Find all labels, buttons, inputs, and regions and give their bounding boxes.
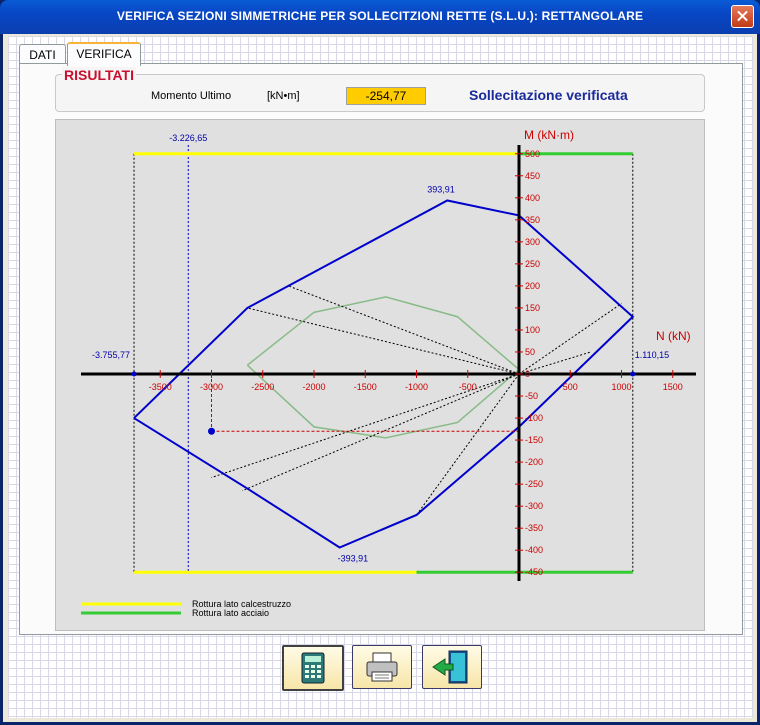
window-title: VERIFICA SEZIONI SIMMETRICHE PER SOLLECI…: [116, 9, 644, 23]
y-tick-label-16: -300: [525, 501, 543, 511]
y-tick-label-15: -250: [525, 479, 543, 489]
tab-dati[interactable]: DATI: [19, 44, 66, 65]
y-tick-label-4: 300: [525, 237, 540, 247]
y-tick-label-5: 250: [525, 259, 540, 269]
printer-icon: [366, 652, 398, 682]
n-max-marker: [630, 371, 636, 377]
y-tick-label-12: -100: [525, 413, 543, 423]
m-max-label: 393,91: [427, 184, 455, 194]
n-max-label: 1.110,15: [635, 350, 669, 360]
x-tick-label-7: 500: [563, 382, 578, 392]
x-axis-label: N (kN): [656, 329, 691, 343]
verifica-panel: RISULTATI Momento Ultimo [kN•m] -254,77 …: [19, 63, 743, 635]
exit-door-icon: [432, 650, 468, 684]
x-tick-label-3: -2000: [302, 382, 325, 392]
chart-svg: -3.226,65N (kN)M (kN·m)-3500 -3000 -2500 -2…: [81, 128, 696, 618]
strain-ray-4: [416, 373, 520, 516]
y-tick-label-6: 200: [525, 281, 540, 291]
moment-label: Momento Ultimo: [151, 90, 232, 102]
exit-button[interactable]: [422, 645, 482, 689]
x-tick-label-0: -3500: [149, 382, 172, 392]
strain-ray-5: [518, 303, 622, 375]
y-tick-label-0: 500: [525, 149, 540, 159]
strain-ray-3: [242, 373, 520, 492]
status-text: Sollecitazione verificata: [469, 87, 628, 103]
print-button[interactable]: [352, 645, 412, 689]
y-tick-label-11: -50: [525, 391, 538, 401]
calculator-icon: [301, 652, 325, 684]
y-tick-label-7: 150: [525, 303, 540, 313]
x-tick-label-2: -2500: [251, 382, 274, 392]
x-tick-label-4: -1500: [354, 382, 377, 392]
n-min-marker: [131, 371, 137, 377]
y-tick-label-19: -450: [525, 567, 543, 577]
strain-ray-1: [288, 285, 520, 375]
app-window: VERIFICA SEZIONI SIMMETRICHE PER SOLLECI…: [0, 0, 760, 725]
results-title: RISULTATI: [62, 67, 136, 83]
client-area: DATI VERIFICA RISULTATI Momento Ultimo […: [3, 34, 757, 722]
y-tick-label-9: 50: [525, 347, 535, 357]
x-tick-label-8: 1000: [611, 382, 631, 392]
y-tick-label-18: -400: [525, 545, 543, 555]
y-tick-label-3: 350: [525, 215, 540, 225]
title-bar[interactable]: VERIFICA SEZIONI SIMMETRICHE PER SOLLECI…: [0, 0, 760, 34]
n-design-label: -3.226,65: [169, 133, 207, 143]
y-tick-label-1: 450: [525, 171, 540, 181]
results-group: RISULTATI Momento Ultimo [kN•m] -254,77 …: [55, 67, 705, 112]
y-tick-label-2: 400: [525, 193, 540, 203]
moment-value: -254,77: [346, 87, 426, 105]
n-min-label: -3.755,77: [92, 350, 130, 360]
close-button[interactable]: [731, 5, 754, 28]
tab-verifica[interactable]: VERIFICA: [67, 42, 141, 66]
y-tick-label-13: -150: [525, 435, 543, 445]
m-min-label: -393,91: [338, 554, 369, 564]
y-axis-label: M (kN·m): [524, 128, 574, 142]
legend-steel-label: Rottura lato acciaio: [192, 608, 269, 618]
y-tick-label-17: -350: [525, 523, 543, 533]
y-tick-label-10: 0: [525, 369, 530, 379]
x-tick-label-5: -1000: [405, 382, 428, 392]
x-tick-label-6: -500: [459, 382, 477, 392]
y-tick-label-14: -200: [525, 457, 543, 467]
interaction-chart: -3.226,65 N (kN) M (kN·m) -3500 -3000 -2500 -2…: [55, 119, 705, 631]
calculate-button[interactable]: [282, 645, 344, 691]
x-tick-label-9: 1500: [663, 382, 683, 392]
y-tick-label-8: 100: [525, 325, 540, 335]
unit-label: [kN•m]: [267, 90, 300, 102]
strain-ray-0: [247, 307, 520, 375]
x-tick-label-1: -3000: [200, 382, 223, 392]
design-point: [208, 427, 215, 435]
